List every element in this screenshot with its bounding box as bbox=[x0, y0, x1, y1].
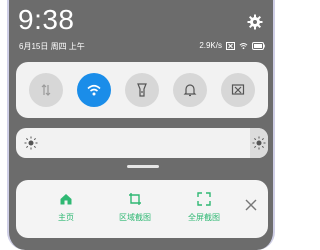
brightness-slider[interactable] bbox=[16, 128, 268, 158]
notifications-toggle[interactable] bbox=[173, 73, 207, 107]
date-text: 6月15日 周四 上午 bbox=[19, 42, 85, 51]
home-label: 主页 bbox=[58, 213, 74, 222]
bell-icon bbox=[183, 84, 197, 97]
drag-handle[interactable] bbox=[127, 165, 159, 168]
area-screenshot-label: 区域截图 bbox=[119, 213, 151, 222]
quick-toggles bbox=[16, 62, 268, 118]
battery-icon bbox=[252, 41, 265, 50]
phone-screen: 9:38 6月15日 周四 上午 2.9K/s 主页 区域截图 全屏截图 bbox=[7, 0, 275, 250]
flashlight-icon bbox=[137, 83, 147, 97]
screenshot-toggle[interactable] bbox=[221, 73, 255, 107]
flashlight-toggle[interactable] bbox=[125, 73, 159, 107]
mobile-data-toggle[interactable] bbox=[29, 73, 63, 107]
close-icon[interactable] bbox=[244, 198, 258, 212]
home-icon bbox=[60, 194, 72, 205]
gear-icon[interactable] bbox=[247, 14, 263, 30]
arrows-updown-icon bbox=[41, 84, 51, 96]
clock: 9:38 bbox=[18, 4, 75, 35]
sun-bright-icon bbox=[252, 136, 266, 150]
wifi-icon bbox=[239, 42, 248, 49]
home-action[interactable]: 主页 bbox=[36, 192, 96, 223]
fullscreen-icon bbox=[197, 192, 211, 206]
wifi-toggle[interactable] bbox=[77, 73, 111, 107]
sim-x-icon bbox=[226, 41, 235, 50]
fullscreen-screenshot-action[interactable]: 全屏截图 bbox=[174, 192, 234, 223]
screenshot-card: 主页 区域截图 全屏截图 bbox=[16, 180, 268, 238]
area-screenshot-action[interactable]: 区域截图 bbox=[105, 192, 165, 223]
network-speed: 2.9K/s bbox=[199, 41, 222, 50]
status-icons: 2.9K/s bbox=[199, 41, 265, 50]
crop-icon bbox=[129, 193, 141, 205]
wifi-icon bbox=[87, 84, 101, 96]
screenshot-icon bbox=[231, 84, 245, 95]
fullscreen-screenshot-label: 全屏截图 bbox=[188, 213, 220, 222]
sun-icon bbox=[24, 136, 38, 150]
